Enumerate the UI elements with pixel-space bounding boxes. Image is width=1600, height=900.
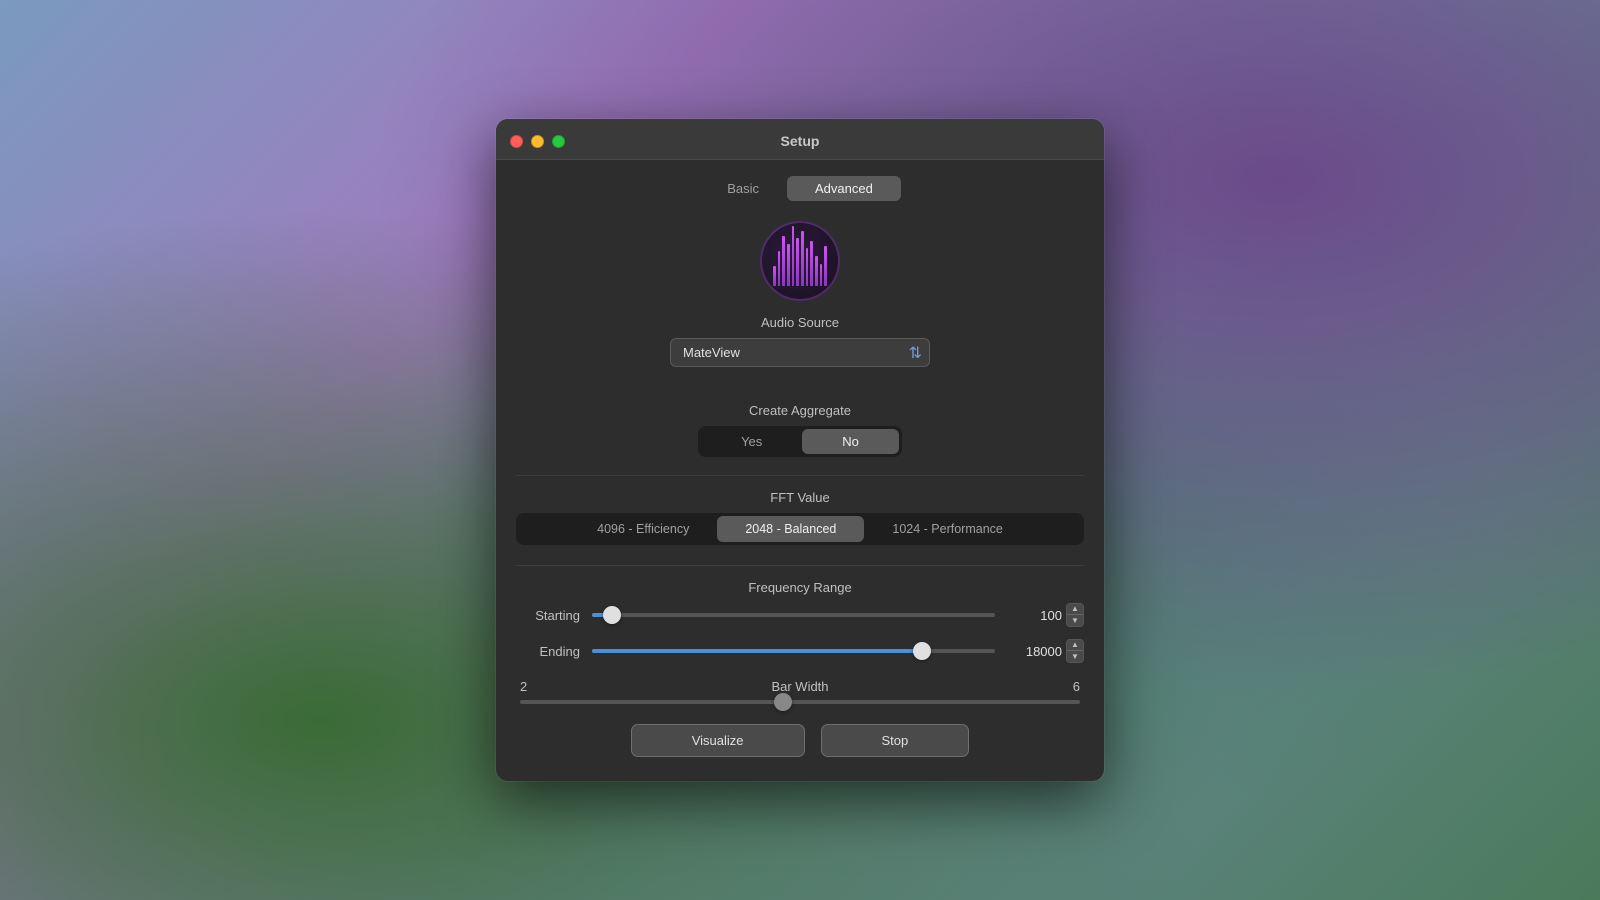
ending-stepper-up[interactable]: ▲ [1067, 640, 1083, 651]
bar-width-max: 6 [1050, 679, 1080, 694]
ending-value: 18000 [1007, 644, 1062, 659]
fft-options: 4096 - Efficiency 2048 - Balanced 1024 -… [516, 513, 1084, 545]
window-title: Setup [781, 133, 820, 149]
bar-width-label: Bar Width [550, 679, 1050, 694]
fft-efficiency-button[interactable]: 4096 - Efficiency [569, 516, 717, 542]
bar-width-thumb[interactable] [774, 693, 792, 711]
traffic-lights [510, 135, 565, 148]
starting-stepper-arrows: ▲ ▼ [1066, 603, 1084, 627]
audio-source-select[interactable]: MateView Built-in Microphone System Audi… [670, 338, 930, 367]
logo-bar [787, 244, 790, 286]
starting-label: Starting [516, 608, 580, 623]
starting-value: 100 [1007, 608, 1062, 623]
aggregate-no-button[interactable]: No [802, 429, 899, 454]
ending-slider-thumb[interactable] [913, 642, 931, 660]
logo-bar [773, 266, 776, 286]
logo-bars [773, 236, 827, 286]
frequency-range-section: Frequency Range Starting 100 ▲ ▼ [516, 580, 1084, 663]
logo-bar [778, 251, 781, 286]
action-buttons: Visualize Stop [516, 724, 1084, 757]
logo-bar [796, 238, 799, 286]
setup-window: Setup Basic Advanced [496, 119, 1104, 781]
logo-section: Audio Source MateView Built-in Microphon… [516, 221, 1084, 387]
divider-2 [516, 565, 1084, 566]
stop-button[interactable]: Stop [821, 724, 970, 757]
logo-bar [782, 236, 785, 286]
tab-basic[interactable]: Basic [699, 176, 787, 201]
fft-balanced-button[interactable]: 2048 - Balanced [717, 516, 864, 542]
starting-slider-track[interactable] [592, 613, 995, 617]
bar-width-min: 2 [520, 679, 550, 694]
window-content: Basic Advanced [496, 160, 1104, 781]
audio-source-label: Audio Source [761, 315, 839, 330]
fft-section: FFT Value 4096 - Efficiency 2048 - Balan… [516, 490, 1084, 545]
logo-bar [792, 226, 795, 286]
bar-width-track[interactable] [520, 700, 1080, 704]
minimize-button[interactable] [531, 135, 544, 148]
starting-stepper-up[interactable]: ▲ [1067, 604, 1083, 615]
divider-1 [516, 475, 1084, 476]
ending-label: Ending [516, 644, 580, 659]
visualize-button[interactable]: Visualize [631, 724, 805, 757]
frequency-range-label: Frequency Range [516, 580, 1084, 595]
aggregate-yes-button[interactable]: Yes [701, 429, 802, 454]
close-button[interactable] [510, 135, 523, 148]
maximize-button[interactable] [552, 135, 565, 148]
starting-stepper-down[interactable]: ▼ [1067, 615, 1083, 626]
fft-performance-button[interactable]: 1024 - Performance [864, 516, 1030, 542]
logo-bar [824, 246, 827, 286]
logo-bar [806, 248, 809, 286]
bar-width-section: 2 Bar Width 6 [516, 679, 1084, 704]
logo-bar [801, 231, 804, 286]
ending-slider-row: Ending 18000 ▲ ▼ [516, 639, 1084, 663]
create-aggregate-section: Create Aggregate Yes No [516, 403, 1084, 457]
tab-advanced[interactable]: Advanced [787, 176, 901, 201]
bar-width-header: 2 Bar Width 6 [516, 679, 1084, 694]
create-aggregate-label: Create Aggregate [516, 403, 1084, 418]
ending-stepper-arrows: ▲ ▼ [1066, 639, 1084, 663]
app-logo [760, 221, 840, 301]
audio-source-select-wrapper: MateView Built-in Microphone System Audi… [670, 338, 930, 367]
ending-stepper: 18000 ▲ ▼ [1007, 639, 1084, 663]
logo-bar [820, 264, 823, 286]
title-bar: Setup [496, 119, 1104, 160]
ending-slider-fill [592, 649, 922, 653]
aggregate-segmented-control: Yes No [698, 426, 902, 457]
logo-bar [810, 241, 813, 286]
starting-stepper: 100 ▲ ▼ [1007, 603, 1084, 627]
ending-slider-track[interactable] [592, 649, 995, 653]
starting-slider-row: Starting 100 ▲ ▼ [516, 603, 1084, 627]
ending-stepper-down[interactable]: ▼ [1067, 651, 1083, 662]
starting-slider-thumb[interactable] [603, 606, 621, 624]
logo-bar [815, 256, 818, 286]
fft-value-label: FFT Value [516, 490, 1084, 505]
tab-bar: Basic Advanced [516, 176, 1084, 201]
